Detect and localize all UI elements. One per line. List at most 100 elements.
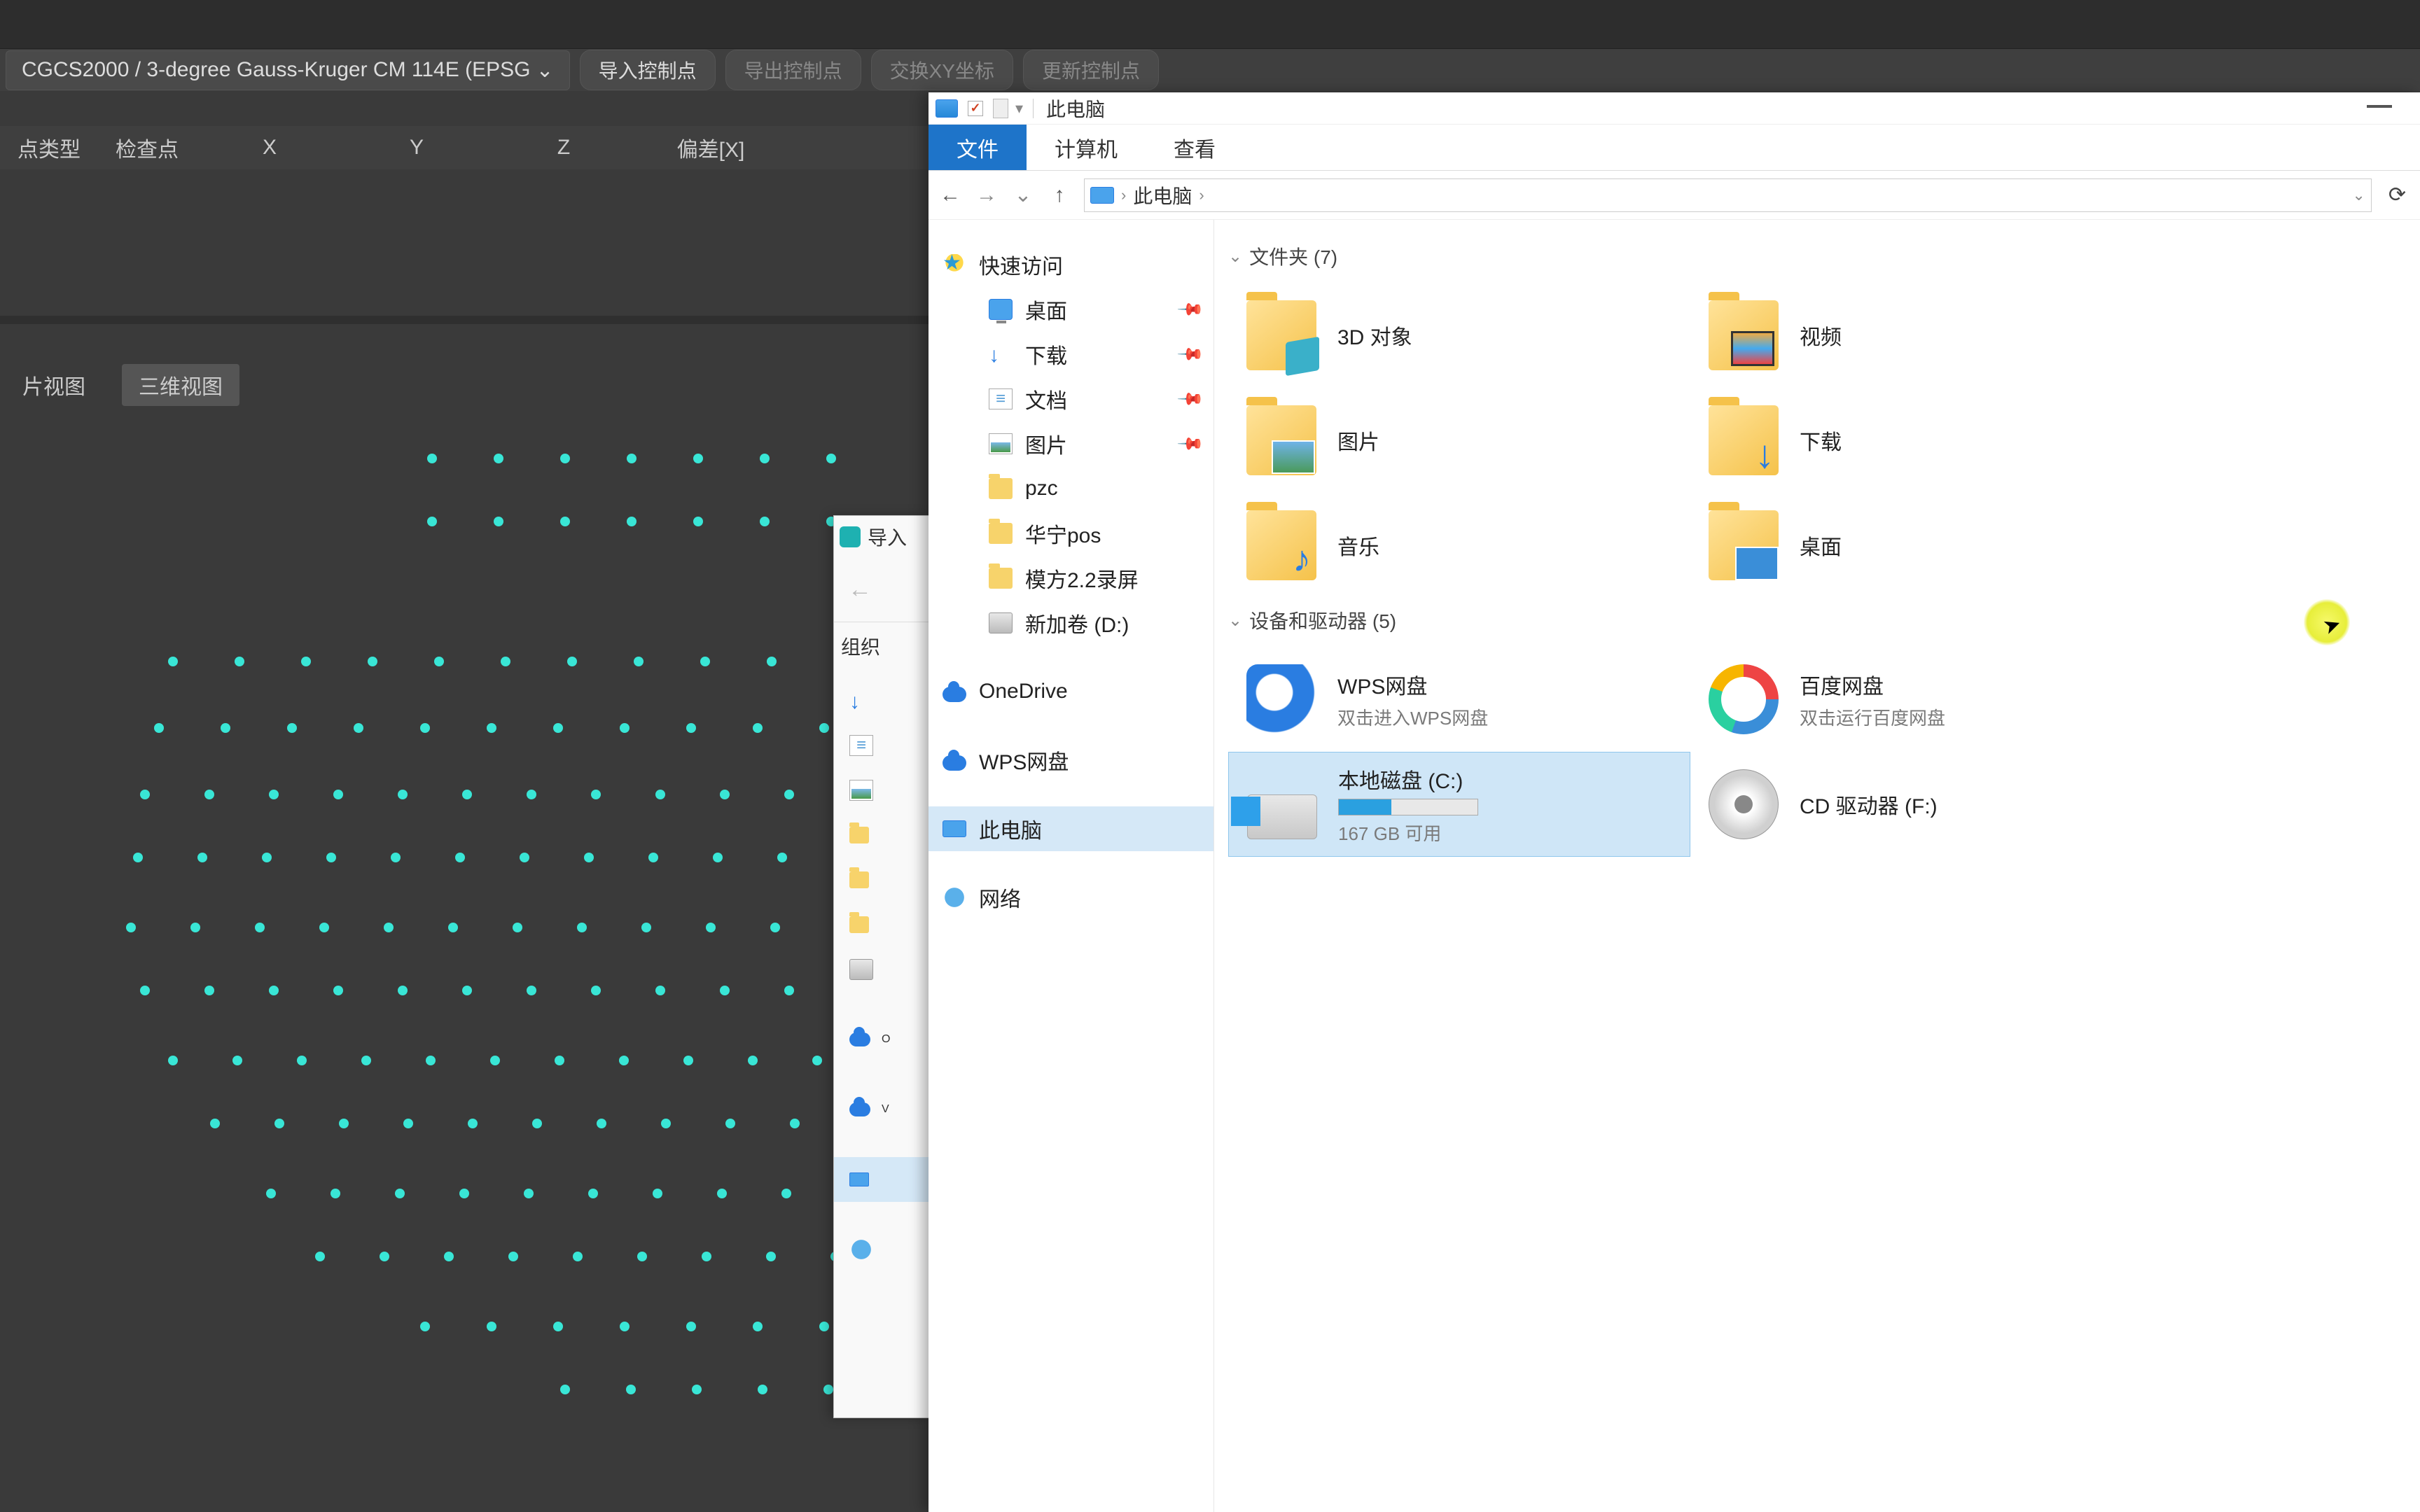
dialog-nav-item[interactable] [834,723,931,768]
app-toolbar: CGCS2000 / 3-degree Gauss-Kruger CM 114E… [0,49,2420,91]
system-icon [936,99,958,118]
section-folders[interactable]: 文件夹 (7) [1228,234,2420,283]
nav-documents[interactable]: 文档 📌 [929,377,1214,421]
folder-download-icon [1709,405,1779,475]
col-z: Z [490,136,637,160]
col-y: Y [343,136,490,160]
nav-forward-icon[interactable]: → [975,183,999,207]
item-wps-drive[interactable]: WPS网盘 双击进入WPS网盘 [1228,647,1690,752]
address-dropdown-icon[interactable]: ⌄ [2352,186,2365,204]
address-bar-row: ← → ⌄ ↑ › 此电脑 › ⌄ ⟳ [929,171,2420,220]
baidu-icon [1709,664,1779,734]
dialog-nav-item[interactable] [834,902,931,947]
dialog-app-icon [840,526,861,547]
window-title: 此电脑 [1046,94,1105,122]
nav-folder-mofang[interactable]: 模方2.2录屏 [929,556,1214,601]
back-icon[interactable]: ← [848,576,872,603]
folder-video-icon [1709,300,1779,370]
refresh-icon[interactable]: ⟳ [2384,183,2410,207]
folders-grid: 3D 对象 视频 图片 下载 音乐 [1228,283,2420,598]
dialog-nav-item[interactable] [834,813,931,858]
item-baidu-drive[interactable]: 百度网盘 双击运行百度网盘 [1690,647,2153,752]
folder-3d-icon [1246,300,1316,370]
minimize-button[interactable] [2367,105,2392,108]
update-cp-button[interactable]: 更新控制点 [1023,50,1159,90]
pin-icon: 📌 [1176,429,1205,458]
picture-icon [989,433,1013,454]
dialog-nav-item[interactable] [834,947,931,992]
dialog-nav-item[interactable]: O [834,1017,931,1062]
ribbon-tab-file[interactable]: 文件 [929,125,1027,170]
download-icon [989,344,1013,365]
star-icon [943,254,966,275]
col-x: X [196,136,343,160]
drive-c-icon [1247,794,1317,839]
breadcrumb-thispc[interactable]: 此电脑 [1133,181,1192,209]
export-cp-button[interactable]: 导出控制点 [725,50,861,90]
chevron-right-icon[interactable]: › [1199,186,1204,204]
nav-pane: 快速访问 桌面 📌 下载 📌 文档 📌 图片 📌 [929,220,1214,1512]
nav-quick-access[interactable]: 快速访问 [929,242,1214,287]
item-3d-objects[interactable]: 3D 对象 [1228,283,1690,388]
item-downloads[interactable]: 下载 [1690,388,2153,493]
nav-this-pc[interactable]: 此电脑 [929,806,1214,851]
pin-icon: 📌 [1176,340,1205,369]
section-devices[interactable]: 设备和驱动器 (5) [1228,598,2420,647]
qat-dropdown-icon[interactable]: ▾ [1015,99,1023,118]
dialog-nav-item[interactable] [834,858,931,902]
nav-back-icon[interactable]: ← [938,183,962,207]
address-bar[interactable]: › 此电脑 › ⌄ [1084,178,2372,212]
folder-picture-icon [1246,405,1316,475]
item-pictures[interactable]: 图片 [1228,388,1690,493]
crs-dropdown[interactable]: CGCS2000 / 3-degree Gauss-Kruger CM 114E… [6,50,570,90]
drive-usage-bar [1338,799,1478,816]
ribbon-tab-computer[interactable]: 计算机 [1027,125,1146,170]
explorer-window: ✓ ▾ 此电脑 文件 计算机 查看 ← → ⌄ ↑ › 此电脑 › ⌄ ⟳ 快速… [929,92,2420,1512]
item-music[interactable]: 音乐 [1228,493,1690,598]
nav-pictures[interactable]: 图片 📌 [929,421,1214,466]
qat-checkbox-icon[interactable]: ✓ [968,101,983,116]
desktop-icon [989,299,1013,320]
swap-xy-button[interactable]: 交换XY坐标 [871,50,1013,90]
nav-up-icon[interactable]: ↑ [1048,183,1071,207]
cloud-icon [943,687,966,702]
nav-onedrive[interactable]: OneDrive [929,669,1214,714]
nav-folder-pzc[interactable]: pzc [929,466,1214,511]
cloud-icon [943,755,966,771]
qat-doc-icon[interactable] [993,99,1008,118]
devices-grid: WPS网盘 双击进入WPS网盘 百度网盘 双击运行百度网盘 本地磁盘 (C:) [1228,647,2420,857]
nav-folder-huaning[interactable]: 华宁pos [929,511,1214,556]
item-desktop[interactable]: 桌面 [1690,493,2153,598]
content-pane: 文件夹 (7) 3D 对象 视频 图片 下载 [1214,220,2420,1512]
tab-image-view[interactable]: 片视图 [6,364,102,406]
item-cd-drive[interactable]: CD 驱动器 (F:) [1690,752,2153,857]
dialog-nav-item[interactable]: V [834,1087,931,1132]
nav-network[interactable]: 网络 [929,875,1214,920]
wps-icon [1246,664,1316,734]
dialog-nav-item-selected[interactable] [834,1157,931,1202]
dialog-nav-item[interactable] [834,678,931,723]
import-cp-button[interactable]: 导入控制点 [580,50,716,90]
dialog-nav-item[interactable] [834,1227,931,1272]
chevron-right-icon[interactable]: › [1121,186,1126,204]
col-check: 检查点 [98,132,196,163]
nav-desktop[interactable]: 桌面 📌 [929,287,1214,332]
app-titlebar [0,0,2420,49]
nav-drive-d[interactable]: 新加卷 (D:) [929,601,1214,645]
ribbon-tab-view[interactable]: 查看 [1146,125,1244,170]
pin-icon: 📌 [1176,384,1205,414]
nav-recent-icon[interactable]: ⌄ [1011,183,1035,207]
nav-downloads[interactable]: 下载 📌 [929,332,1214,377]
nav-wps[interactable]: WPS网盘 [929,738,1214,783]
tab-3d-view[interactable]: 三维视图 [122,364,239,406]
item-local-disk-c[interactable]: 本地磁盘 (C:) 167 GB 可用 [1228,752,1690,857]
folder-icon [989,478,1013,499]
dialog-nav-item[interactable] [834,768,931,813]
organize-button[interactable]: 组织 [834,622,931,670]
import-dialog: 导入 ← 组织 O V [833,515,931,1418]
network-icon [943,887,966,908]
pin-icon: 📌 [1176,295,1205,324]
item-videos[interactable]: 视频 [1690,283,2153,388]
ribbon-tabs: 文件 计算机 查看 [929,125,2420,171]
explorer-titlebar[interactable]: ✓ ▾ 此电脑 [929,92,2420,125]
